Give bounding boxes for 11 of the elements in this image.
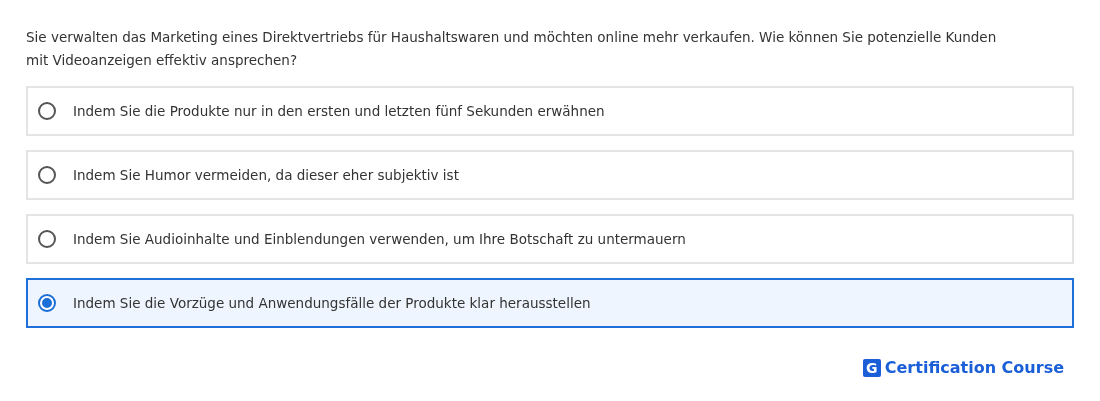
answer-option[interactable]: Indem Sie die Vorzüge und Anwendungsfälle der Produkte klar herausstellen [26, 278, 1074, 328]
answer-option[interactable]: Indem Sie die Produkte nur in den ersten und letzten fünf Sekunden erwähnen [26, 86, 1074, 136]
question-text: Sie verwalten das Marketing eines Direktvertriebs für Haushaltswaren und möchten online mehr verkaufen. Wie können Sie potenzielle Kunden mit Videoanzeigen effektiv ansprechen? [26, 28, 998, 70]
radio-button[interactable] [38, 294, 56, 312]
answer-option[interactable]: Indem Sie Humor vermeiden, da dieser eher subjektiv ist [26, 150, 1074, 200]
logo-mark: G [862, 358, 881, 377]
brand-name: Certification Course [884, 358, 1064, 377]
radio-button[interactable] [38, 230, 56, 248]
radio-button[interactable] [38, 102, 56, 120]
answer-option[interactable]: Indem Sie Audioinhalte und Einblendungen verwenden, um Ihre Botschaft zu untermauern [26, 214, 1074, 264]
radio-button[interactable] [38, 166, 56, 184]
